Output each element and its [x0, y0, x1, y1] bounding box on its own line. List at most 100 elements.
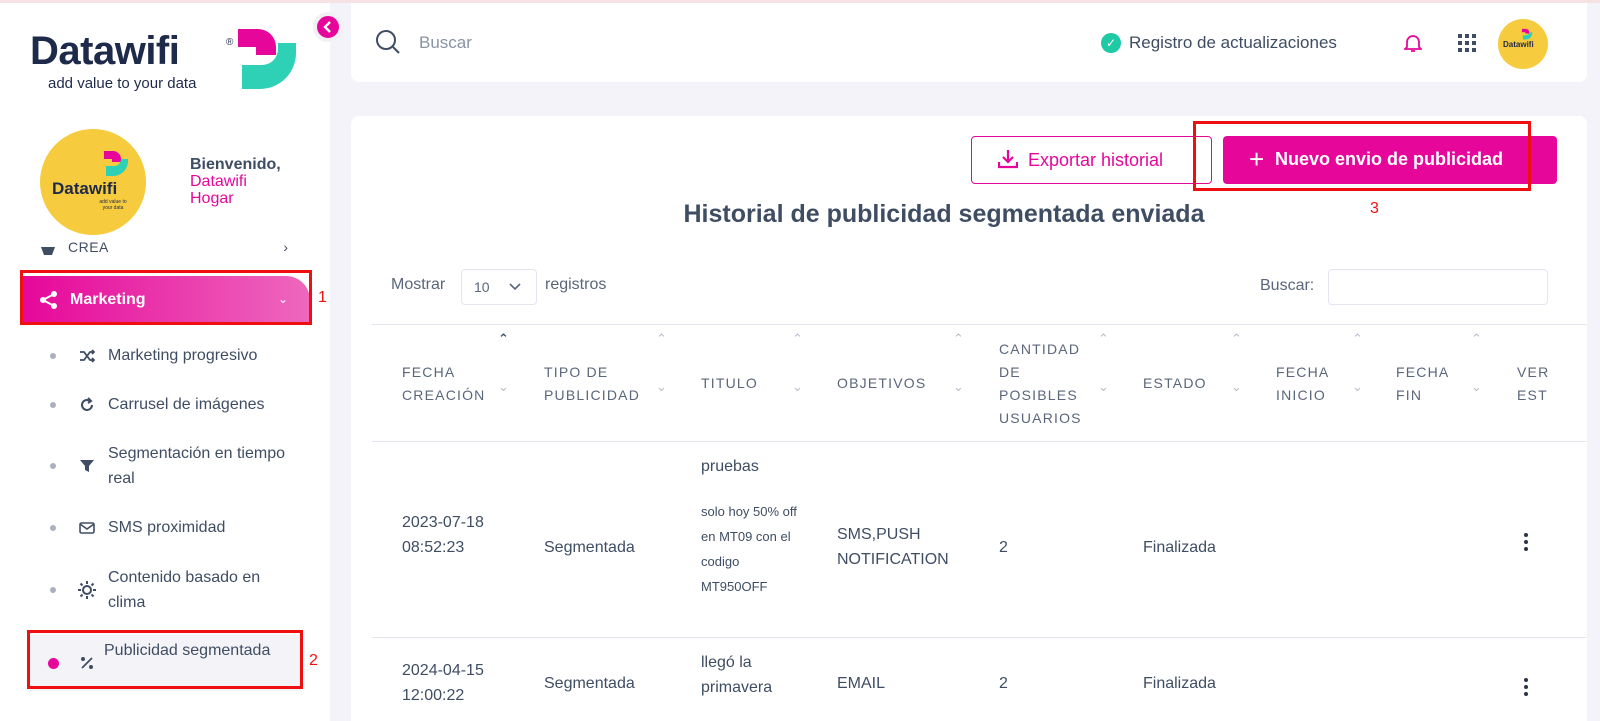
- column-estado[interactable]: ESTADO: [1143, 372, 1207, 395]
- user-avatar[interactable]: Datawifi: [1498, 19, 1548, 69]
- sidebar-item-contenido-clima[interactable]: Contenido basado en clima: [40, 565, 310, 615]
- logo-mark-icon: [238, 29, 296, 89]
- welcome-block: Bienvenido, Datawifi Hogar: [190, 156, 281, 207]
- avatar-wordmark: Datawifi: [1503, 40, 1534, 49]
- table-header: FECHA CREACIÓN ⌃ ⌄ TIPO DE PUBLICIDAD ⌃ …: [372, 324, 1587, 442]
- sidebar-item-label: Contenido basado en clima: [108, 569, 261, 611]
- logo-wordmark: Datawifi: [30, 29, 180, 73]
- column-fecha-fin[interactable]: FECHA FIN: [1396, 361, 1466, 407]
- refresh-icon: [78, 396, 96, 414]
- sort-asc-icon[interactable]: ⌃: [1231, 331, 1242, 347]
- column-objetivos[interactable]: OBJETIVOS: [837, 372, 926, 395]
- sort-asc-icon[interactable]: ⌃: [498, 331, 509, 347]
- sort-desc-icon[interactable]: ⌄: [953, 379, 964, 395]
- sort-asc-icon[interactable]: ⌃: [953, 331, 964, 347]
- brand-logo[interactable]: Datawifi ® add value to your data: [30, 25, 300, 95]
- cell-objetivos: SMS,PUSH NOTIFICATION: [837, 526, 949, 568]
- bullet-dot: [50, 353, 56, 359]
- bullet-dot: [50, 587, 56, 593]
- history-card: Exportar historial + Nuevo envio de publ…: [351, 116, 1587, 721]
- sort-asc-icon[interactable]: ⌃: [792, 331, 803, 347]
- table-row: 2024-04-15 12:00:22 Segmentada llegó la …: [372, 638, 1587, 721]
- sort-asc-icon[interactable]: ⌃: [656, 331, 667, 347]
- avatar-logo-mark-icon: [104, 151, 128, 177]
- updates-log-link[interactable]: Registro de actualizaciones: [1129, 33, 1337, 53]
- search-icon[interactable]: [375, 29, 401, 55]
- sidebar-item-marketing-progresivo[interactable]: Marketing progresivo: [40, 343, 310, 368]
- sort-asc-icon[interactable]: ⌃: [1471, 331, 1482, 347]
- chevron-right-icon: ›: [283, 239, 288, 255]
- show-label: Mostrar: [391, 276, 446, 293]
- sort-asc-icon[interactable]: ⌃: [1352, 331, 1363, 347]
- sort-asc-icon[interactable]: ⌃: [1098, 331, 1109, 347]
- column-cantidad-usuarios[interactable]: CANTIDAD DE POSIBLES USUARIOS: [999, 338, 1095, 430]
- sidebar-item-sms-proximidad[interactable]: SMS proximidad: [40, 515, 310, 540]
- chevron-left-icon: [323, 21, 331, 33]
- cell-estado: Finalizada: [1143, 675, 1216, 692]
- sort-desc-icon[interactable]: ⌄: [1471, 379, 1482, 395]
- table-row: 2023-07-18 08:52:23 Segmentada pruebas s…: [372, 442, 1587, 638]
- export-history-label: Exportar historial: [1028, 150, 1164, 170]
- search-input[interactable]: Buscar: [419, 33, 472, 53]
- cell-cantidad: 2: [999, 675, 1008, 692]
- row-actions-kebab-icon[interactable]: [1524, 533, 1530, 551]
- logo-tagline: add value to your data: [48, 75, 197, 92]
- cell-titulo-text: llegó la primavera: [701, 654, 773, 696]
- sidebar: Datawifi ® add value to your data Datawi…: [0, 3, 330, 721]
- annotation-box-2: [27, 630, 303, 689]
- filter-icon: [78, 457, 96, 475]
- sidebar-item-label: Carrusel de imágenes: [108, 396, 265, 413]
- annotation-number-1: 1: [318, 289, 327, 306]
- sort-desc-icon[interactable]: ⌄: [792, 379, 803, 395]
- avatar-tagline: add value to your data: [99, 199, 127, 211]
- sun-icon: [78, 581, 96, 599]
- bell-icon[interactable]: [1404, 33, 1422, 53]
- annotation-box-1: [20, 270, 312, 325]
- cell-tipo: Segmentada: [544, 675, 635, 692]
- sidebar-item-label: CREA: [68, 239, 109, 255]
- topbar: Buscar ✓ Registro de actualizaciones Dat…: [351, 3, 1587, 82]
- apps-grid-icon[interactable]: [1458, 34, 1476, 52]
- logo-registered: ®: [226, 37, 234, 48]
- bullet-dot: [50, 525, 56, 531]
- sort-desc-icon[interactable]: ⌄: [1098, 379, 1109, 395]
- download-icon: [998, 150, 1018, 169]
- page-title-text: Historial de publicidad segmentada envia…: [683, 200, 1205, 228]
- annotation-box-3: [1193, 121, 1531, 191]
- table-search-input[interactable]: [1328, 269, 1548, 305]
- sort-desc-icon[interactable]: ⌄: [498, 379, 509, 395]
- cell-titulo: llegó la primavera: [701, 650, 801, 700]
- sidebar-item-label: Marketing progresivo: [108, 347, 258, 364]
- sidebar-collapse-button[interactable]: [313, 12, 343, 42]
- sidebar-item-crea[interactable]: CREA ›: [40, 239, 300, 261]
- sidebar-item-carrusel[interactable]: Carrusel de imágenes: [40, 392, 310, 417]
- sidebar-item-label: Segmentación en tiempo real: [108, 445, 285, 487]
- column-fecha-inicio[interactable]: FECHA INICIO: [1276, 361, 1356, 407]
- cell-titulo-text: pruebas: [701, 458, 759, 475]
- sort-desc-icon[interactable]: ⌄: [656, 379, 667, 395]
- bullet-dot: [50, 463, 56, 469]
- page-size-select[interactable]: 10: [461, 269, 537, 305]
- export-history-button[interactable]: Exportar historial: [971, 136, 1212, 184]
- page-title: Historial de publicidad segmentada envia…: [351, 200, 1587, 229]
- column-titulo[interactable]: TITULO: [701, 372, 758, 395]
- column-ver-estadisticas[interactable]: VER EST: [1517, 361, 1567, 407]
- sort-desc-icon[interactable]: ⌄: [1231, 379, 1242, 395]
- sort-desc-icon[interactable]: ⌄: [1352, 379, 1363, 395]
- bullet-dot: [50, 402, 56, 408]
- table-search-label: Buscar:: [1260, 277, 1315, 294]
- column-fecha-creacion[interactable]: FECHA CREACIÓN: [402, 361, 502, 407]
- sidebar-item-label: SMS proximidad: [108, 519, 226, 536]
- welcome-user-name: Datawifi Hogar: [190, 173, 247, 207]
- profile-avatar[interactable]: Datawifi add value to your data: [40, 129, 146, 235]
- cell-titulo: pruebas solo hoy 50% off en MT09 con el …: [701, 454, 801, 599]
- cell-cantidad: 2: [999, 539, 1008, 556]
- mail-icon: [78, 519, 96, 537]
- row-actions-kebab-icon[interactable]: [1524, 678, 1530, 696]
- avatar-logo-mark-icon: [1522, 28, 1533, 40]
- sidebar-item-segmentacion[interactable]: Segmentación en tiempo real: [40, 441, 310, 491]
- cell-fecha-creacion: 2023-07-18 08:52:23: [402, 514, 484, 556]
- chevron-down-icon: [509, 283, 521, 291]
- column-tipo-publicidad[interactable]: TIPO DE PUBLICIDAD: [544, 361, 654, 407]
- avatar-wordmark: Datawifi: [52, 179, 118, 198]
